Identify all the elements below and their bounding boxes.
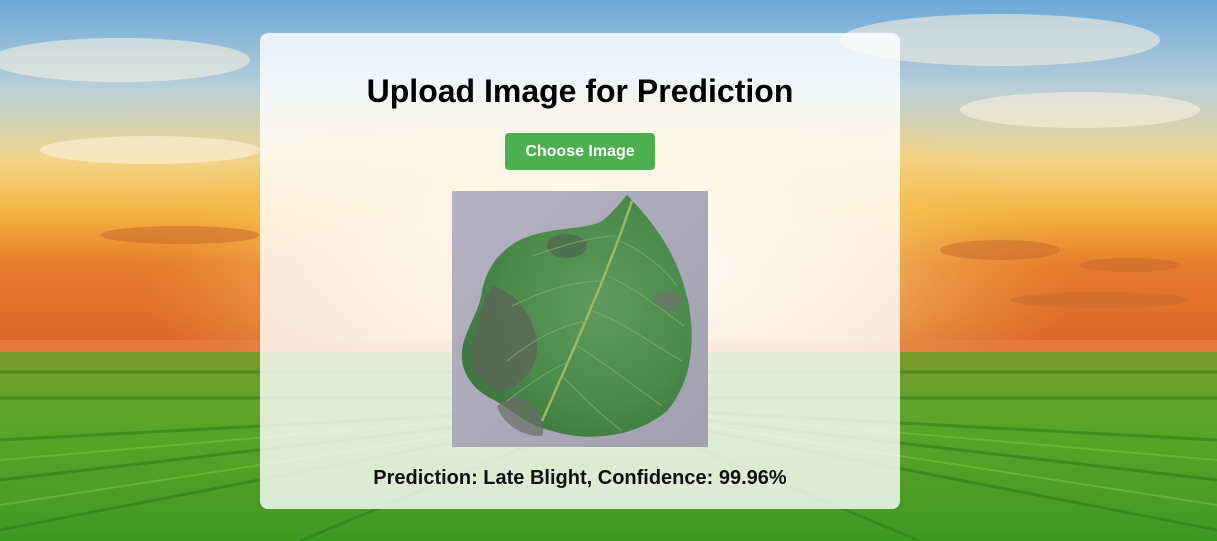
uploaded-leaf-image [452, 191, 708, 447]
page-title: Upload Image for Prediction [366, 73, 794, 109]
prediction-result: Prediction: Late Blight, Confidence: 99.… [373, 467, 787, 489]
upload-card: Upload Image for Prediction Choose Image [260, 33, 900, 509]
choose-image-button[interactable]: Choose Image [505, 133, 655, 170]
